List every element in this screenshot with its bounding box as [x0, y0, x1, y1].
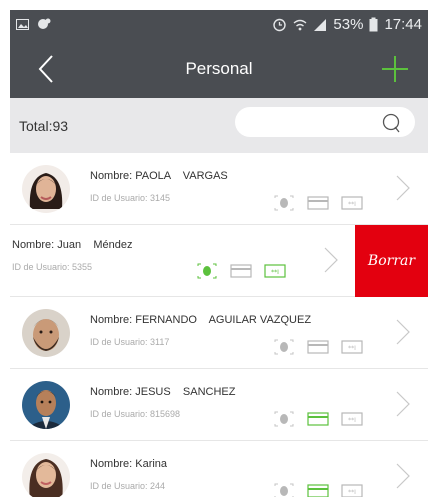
image-notification-icon	[16, 18, 29, 30]
user-list: Nombre: PAOLA VARGAS ID de Usuario: 3145…	[10, 153, 428, 497]
svg-text:**I: **I	[348, 417, 356, 424]
search-input[interactable]	[235, 107, 415, 137]
add-user-button[interactable]	[380, 54, 410, 84]
avatar	[22, 165, 70, 213]
list-item[interactable]: Nombre: Juan Méndez ID de Usuario: 5355 …	[10, 225, 428, 297]
password-icon: **I	[341, 340, 363, 354]
svg-text:**I: **I	[348, 345, 356, 352]
fingerprint-icon	[197, 263, 217, 279]
svg-text:**I: **I	[348, 489, 356, 496]
password-icon: **I	[341, 412, 363, 426]
credential-icons: **I	[272, 339, 364, 355]
credential-icons: **I	[272, 411, 364, 427]
status-right: 53% 17:44	[272, 16, 422, 33]
credential-icons: **I	[195, 263, 287, 279]
card-icon	[230, 264, 252, 278]
credential-icons: **I	[272, 483, 364, 497]
password-icon: **I	[341, 484, 363, 497]
password-icon: **I	[341, 196, 363, 210]
wifi-icon	[293, 19, 307, 30]
fingerprint-icon	[274, 483, 294, 497]
fingerprint-icon	[274, 411, 294, 427]
plus-icon	[382, 56, 408, 82]
status-bar: 53% 17:44	[10, 10, 428, 40]
credential-icons: **I	[272, 195, 364, 211]
delete-button[interactable]: Borrar	[355, 225, 428, 297]
fingerprint-icon	[274, 195, 294, 211]
card-icon	[307, 340, 329, 354]
user-id: ID de Usuario: 244	[90, 481, 166, 491]
total-count: Total:93	[19, 118, 69, 134]
user-name: Nombre: FERNANDO AGUILAR VAZQUEZ	[90, 314, 312, 326]
summary-bar: Total:93	[10, 98, 428, 153]
chevron-right-icon[interactable]	[396, 463, 410, 489]
list-item[interactable]: Nombre: JESUS SANCHEZ ID de Usuario: 815…	[10, 369, 428, 441]
search-icon[interactable]	[381, 113, 401, 133]
password-icon: **I	[264, 264, 286, 278]
status-time: 17:44	[384, 16, 422, 33]
alarm-icon	[273, 18, 287, 32]
chevron-right-icon[interactable]	[396, 319, 410, 345]
chevron-right-icon[interactable]	[396, 391, 410, 417]
user-name: Nombre: JESUS SANCHEZ	[90, 386, 236, 398]
user-name: Nombre: Karina	[90, 458, 168, 470]
app-notification-icon	[38, 18, 51, 29]
chevron-right-icon[interactable]	[324, 247, 338, 273]
card-icon	[307, 484, 329, 497]
user-id: ID de Usuario: 815698	[90, 409, 181, 419]
page-title: Personal	[185, 59, 253, 78]
avatar	[22, 453, 70, 497]
user-id: ID de Usuario: 5355	[12, 262, 93, 272]
svg-text:**I: **I	[348, 201, 356, 208]
fingerprint-icon	[274, 339, 294, 355]
list-item[interactable]: Nombre: Karina ID de Usuario: 244 **I	[10, 441, 428, 497]
battery-percent: 53%	[333, 16, 364, 33]
card-icon	[307, 412, 329, 426]
avatar	[22, 309, 70, 357]
status-left	[16, 18, 51, 30]
avatar	[22, 381, 70, 429]
svg-text:**I: **I	[271, 269, 279, 276]
user-name: Nombre: PAOLA VARGAS	[90, 170, 228, 182]
signal-icon	[314, 18, 327, 31]
user-id: ID de Usuario: 3145	[90, 193, 171, 203]
nav-bar: Personal	[10, 40, 428, 98]
list-item[interactable]: Nombre: PAOLA VARGAS ID de Usuario: 3145…	[10, 153, 428, 225]
user-name: Nombre: Juan Méndez	[12, 239, 133, 251]
chevron-right-icon[interactable]	[396, 175, 410, 201]
user-id: ID de Usuario: 3117	[90, 337, 170, 347]
card-icon	[307, 196, 329, 210]
list-item[interactable]: Nombre: FERNANDO AGUILAR VAZQUEZ ID de U…	[10, 297, 428, 369]
battery-icon	[369, 17, 378, 32]
